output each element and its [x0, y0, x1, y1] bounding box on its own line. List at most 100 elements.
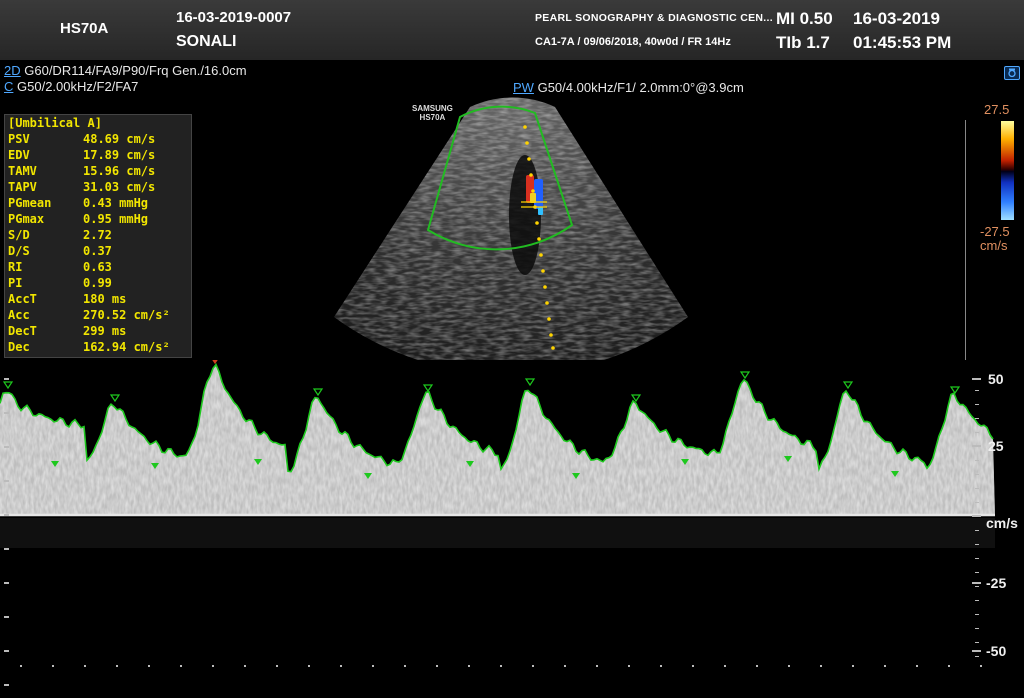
peak-systole-marker[interactable]: [949, 386, 961, 395]
tick-mark: [660, 665, 662, 667]
tick-mark: [116, 665, 118, 667]
tick-mark: [820, 665, 822, 667]
tick-mark: [20, 665, 22, 667]
peak-systole-marker[interactable]: [211, 360, 219, 365]
measurement-row: DecT 299 ms: [8, 324, 188, 340]
tick-mark: [212, 665, 214, 667]
probe-label-line2: HS70A: [419, 113, 446, 122]
mode-color[interactable]: C: [4, 79, 13, 94]
tick-mark: [404, 665, 406, 667]
tick-mark: [596, 665, 598, 667]
tick-mark: [975, 488, 979, 489]
mode-2d[interactable]: 2D: [4, 63, 21, 78]
tick-mark: [340, 665, 342, 667]
measurement-label: Acc: [8, 308, 30, 322]
measurement-label: TAMV: [8, 164, 37, 178]
measurement-label: PI: [8, 276, 23, 290]
tick-mark: [244, 665, 246, 667]
below-baseline-noise: [0, 518, 995, 548]
tick-mark: [52, 665, 54, 667]
measurement-label: PGmax: [8, 212, 45, 226]
velocity-label-minus25: -25: [986, 575, 1007, 591]
velocity-label-minus50: -50: [986, 643, 1007, 659]
tick-mark: [4, 446, 9, 448]
tick-mark: [500, 665, 502, 667]
velocity-unit: cm/s: [986, 515, 1018, 531]
peak-systole-marker[interactable]: [109, 394, 121, 403]
measurement-value: 180 ms: [83, 292, 127, 306]
tick-mark: [532, 665, 534, 667]
measurement-label: DecT: [8, 324, 37, 338]
tick-mark: [4, 684, 9, 686]
tick-mark: [84, 665, 86, 667]
tick-mark: [975, 418, 979, 419]
vessel-lumen: [509, 155, 541, 275]
colorbar-unit: cm/s: [980, 238, 1008, 253]
peak-systole-marker[interactable]: [739, 371, 751, 380]
screen-capture-icon[interactable]: [1004, 66, 1020, 80]
measurement-row: PGmax 0.95 mmHg: [8, 212, 188, 228]
measurement-value: 0.43 mmHg: [83, 196, 149, 210]
tick-mark: [975, 600, 979, 601]
institution-name: PEARL SONOGRAPHY & DIAGNOSTIC CEN...: [535, 12, 773, 24]
measurement-value: 270.52 cm/s²: [83, 308, 170, 322]
measurement-value: 0.95 mmHg: [83, 212, 149, 226]
tick-mark: [4, 480, 9, 482]
params-color-values: G50/2.00kHz/F2/FA7: [17, 79, 139, 94]
measurement-label: TAPV: [8, 180, 37, 194]
measurement-row: EDV 17.89 cm/s: [8, 148, 188, 164]
measurement-label: RI: [8, 260, 23, 274]
tick-mark: [4, 412, 9, 414]
colorbar-max: 27.5: [984, 102, 1010, 117]
peak-systole-marker[interactable]: [2, 381, 14, 390]
peak-systole-marker[interactable]: [312, 388, 324, 397]
measurement-row: PGmean 0.43 mmHg: [8, 196, 188, 212]
measurement-label: Dec: [8, 340, 30, 354]
params-pw-values: G50/4.00kHz/F1/ 2.0mm:0°@3.9cm: [537, 80, 744, 95]
color-flow-cyan: [538, 207, 543, 215]
measurement-label: D/S: [8, 244, 30, 258]
tick-mark: [975, 572, 979, 573]
tick-mark: [468, 665, 470, 667]
measurement-value: 162.94 cm/s²: [83, 340, 170, 354]
velocity-label-50: 50: [988, 371, 1004, 387]
measurement-row: Acc 270.52 cm/s²: [8, 308, 188, 324]
peak-systole-marker[interactable]: [842, 381, 854, 390]
tick-mark: [628, 665, 630, 667]
params-2d-values: G60/DR114/FA9/P90/Frq Gen./16.0cm: [24, 63, 247, 78]
tick-mark: [4, 650, 9, 652]
tick-mark: [564, 665, 566, 667]
tick-mark: [148, 665, 150, 667]
measurement-label: AccT: [8, 292, 37, 306]
measurement-row: Dec 162.94 cm/s²: [8, 340, 188, 356]
measurement-value: 31.03 cm/s: [83, 180, 156, 194]
tick-mark: [972, 650, 981, 652]
tick-mark: [975, 404, 979, 405]
tick-mark: [692, 665, 694, 667]
colorbar-min: -27.5: [980, 224, 1010, 239]
tick-mark: [972, 378, 981, 380]
tick-mark: [975, 446, 979, 447]
mode-pw[interactable]: PW: [513, 80, 534, 95]
color-velocity-bar: [1001, 121, 1014, 220]
measurement-label: PGmean: [8, 196, 52, 210]
tick-mark: [975, 390, 979, 391]
measurement-row: PI 0.99: [8, 276, 188, 292]
measurement-value: 299 ms: [83, 324, 127, 338]
measurement-label: S/D: [8, 228, 30, 242]
measurement-value: 17.89 cm/s: [83, 148, 156, 162]
tick-mark: [975, 614, 979, 615]
params-pw: PW G50/4.00kHz/F1/ 2.0mm:0°@3.9cm: [513, 80, 744, 95]
tick-mark: [180, 665, 182, 667]
tick-mark: [756, 665, 758, 667]
measurement-value: 0.99: [83, 276, 112, 290]
tick-mark: [436, 665, 438, 667]
tick-mark: [975, 642, 979, 643]
tick-mark: [4, 378, 9, 380]
peak-systole-marker[interactable]: [524, 378, 536, 387]
tick-mark: [975, 474, 979, 475]
measurement-row: TAPV 31.03 cm/s: [8, 180, 188, 196]
bmode-sector-image: [334, 97, 688, 360]
peak-systole-marker[interactable]: [422, 384, 434, 393]
tick-mark: [372, 665, 374, 667]
